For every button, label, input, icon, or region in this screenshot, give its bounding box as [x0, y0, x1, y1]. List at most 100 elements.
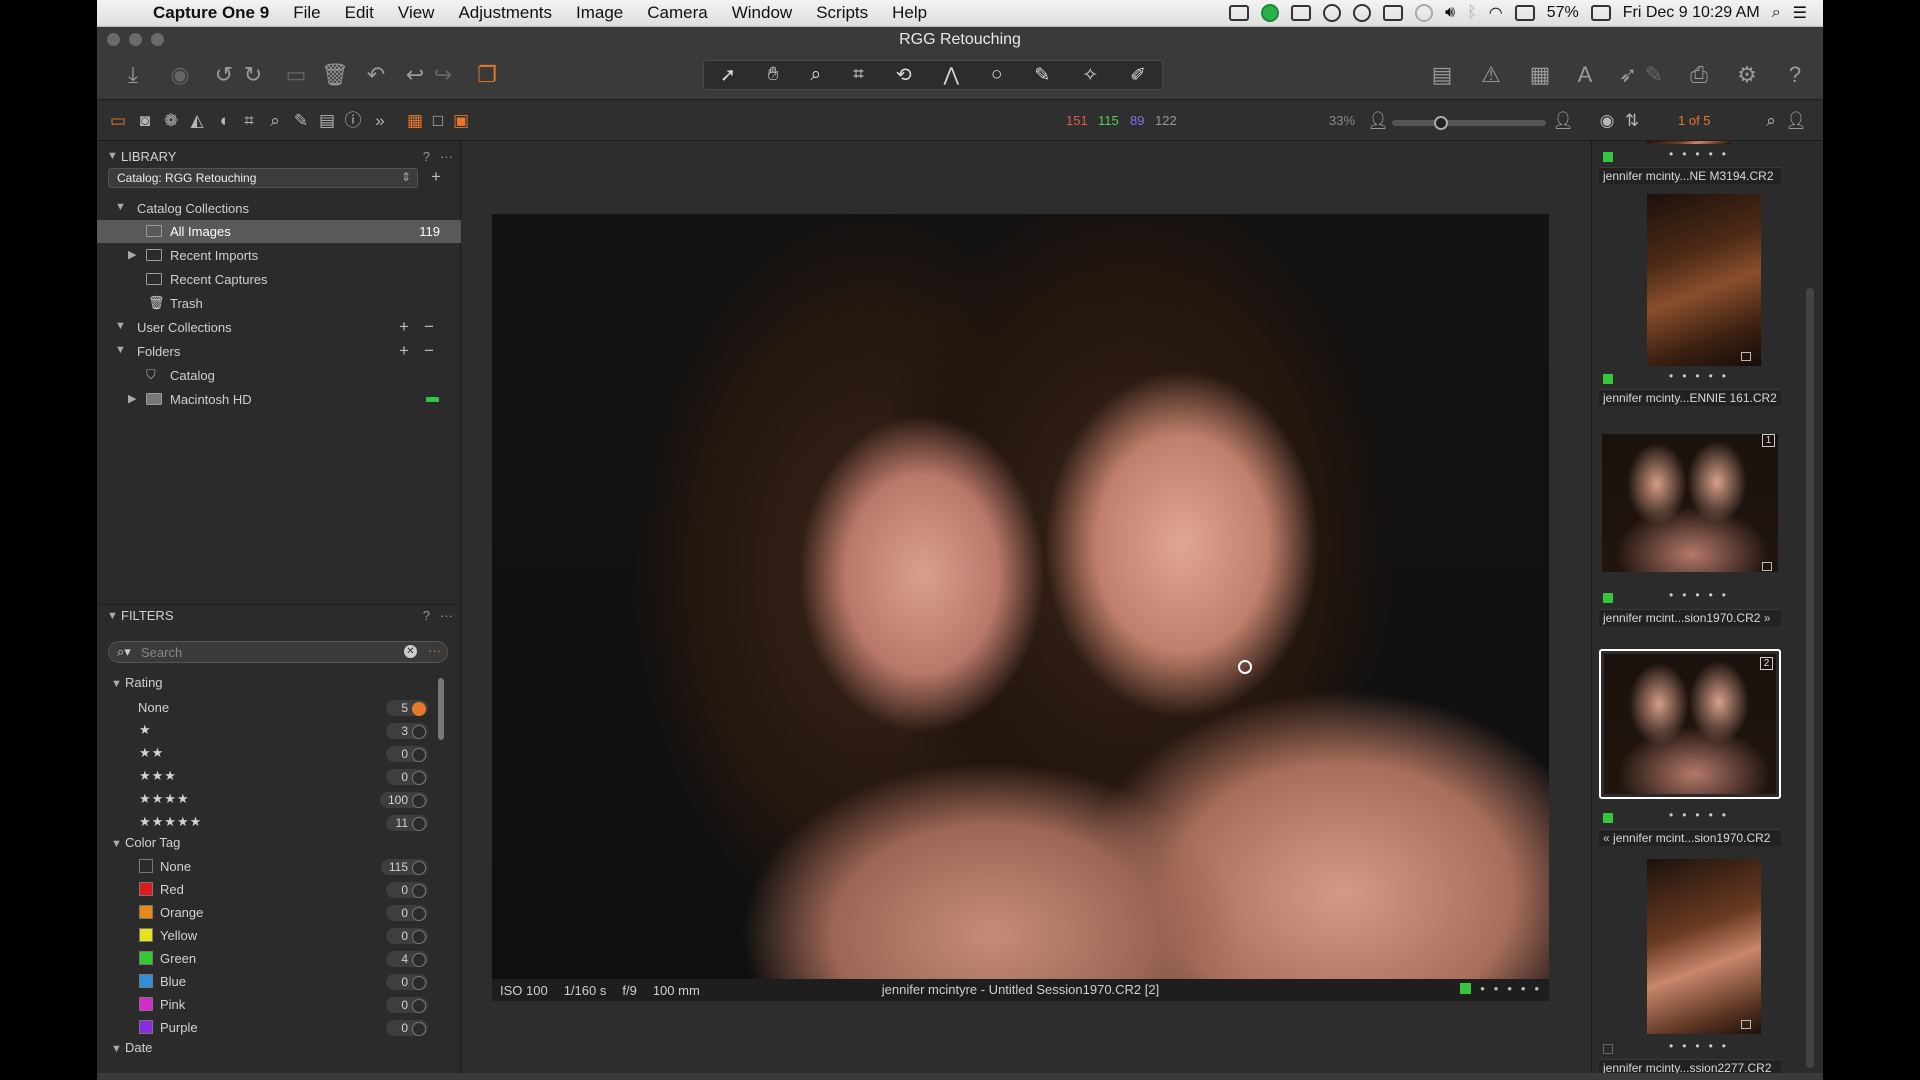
input-menu-icon[interactable]: [1514, 5, 1535, 21]
color-tag-yellow[interactable]: Yellow 0: [97, 924, 447, 946]
rating-5-count[interactable]: 11: [386, 815, 428, 831]
color-tag-blue[interactable]: Blue 0: [97, 970, 447, 992]
screen-status-icon[interactable]: [1291, 5, 1312, 21]
lens-tab-icon[interactable]: ◖: [212, 111, 234, 131]
time-machine-icon[interactable]: [1415, 4, 1434, 22]
reset-icon[interactable]: ↶: [363, 62, 389, 88]
menu-window[interactable]: Window: [720, 3, 804, 23]
export-icon[interactable]: ➶: [1615, 62, 1641, 88]
redo-icon[interactable]: ↪: [430, 62, 456, 88]
more-icon[interactable]: ···: [440, 608, 453, 623]
color-tag-red[interactable]: Red 0: [97, 878, 447, 900]
rating-dots[interactable]: •••••: [1669, 808, 1735, 822]
crop-tab-icon[interactable]: ⌗: [238, 111, 260, 131]
menu-adjustments[interactable]: Adjustments: [446, 3, 564, 23]
help-icon[interactable]: ?: [1782, 62, 1808, 88]
wifi-icon[interactable]: ◠: [1489, 3, 1503, 23]
rating-dot[interactable]: •: [1480, 981, 1485, 996]
grid-view-icon[interactable]: ▦: [404, 111, 426, 131]
rating-dots[interactable]: •••••: [1669, 369, 1735, 383]
remove-collection-icon[interactable]: −: [424, 317, 434, 337]
circle-mask-tool-icon[interactable]: ○: [991, 64, 1002, 86]
rating-2[interactable]: ★★ 0: [97, 742, 447, 764]
user-collections-group[interactable]: ▼ User Collections + −: [97, 316, 461, 339]
import-icon[interactable]: ⤓: [120, 62, 146, 88]
color-tag-pink[interactable]: Pink 0: [97, 993, 447, 1015]
catalog-collections-group[interactable]: ▼ Catalog Collections: [97, 197, 461, 220]
folder-catalog[interactable]: ⛉ Catalog: [97, 364, 461, 387]
zoom-tool-icon[interactable]: ⌕: [811, 64, 822, 86]
details-tab-icon[interactable]: ⌕: [264, 111, 286, 131]
single-view-icon[interactable]: □: [427, 111, 449, 131]
menu-app[interactable]: Capture One 9: [141, 3, 281, 23]
rating-4[interactable]: ★★★★ 100: [97, 788, 447, 810]
green-tag-icon[interactable]: [1460, 983, 1472, 994]
filter-search-input[interactable]: ⌕▾ Search ✕ ···: [108, 641, 448, 663]
view-eye-icon[interactable]: ◉: [1596, 111, 1618, 131]
zoom-out-person-icon[interactable]: 👤︎: [1367, 111, 1389, 131]
rotate-tool-icon[interactable]: ⟲: [896, 64, 912, 87]
green-tag-icon[interactable]: [1603, 593, 1613, 603]
add-collection-icon[interactable]: +: [399, 317, 409, 337]
sort-icon[interactable]: ⇅: [1621, 111, 1643, 131]
rating-dots[interactable]: •••••: [1669, 1039, 1735, 1053]
rating-dot[interactable]: •: [1507, 981, 1512, 996]
volume-icon[interactable]: 🔊︎: [1445, 4, 1455, 22]
date-group[interactable]: ▼ Date: [111, 1040, 152, 1060]
rating-1-count[interactable]: 3: [386, 723, 428, 739]
battery-percent[interactable]: 57%: [1547, 4, 1579, 22]
main-photo[interactable]: [492, 214, 1549, 979]
select-tool-icon[interactable]: ➚: [720, 64, 736, 87]
catalog-select[interactable]: Catalog: RGG Retouching: [108, 168, 418, 188]
collapse-stack-icon[interactable]: «: [1603, 831, 1610, 845]
rating-4-count[interactable]: 100: [379, 792, 428, 808]
rating-dot[interactable]: •: [1521, 981, 1526, 996]
copy-apply-icon[interactable]: ❐: [474, 62, 500, 88]
add-folder-icon[interactable]: +: [399, 341, 409, 361]
rating-dots[interactable]: •••••: [1669, 147, 1735, 161]
filters-scrollbar[interactable]: [438, 678, 444, 740]
viewer-layout-icon[interactable]: ▤: [1429, 62, 1455, 88]
help-icon[interactable]: ?: [423, 149, 430, 164]
notification-center-icon[interactable]: ☰: [1793, 3, 1807, 23]
color-tag-none[interactable]: None 115: [97, 855, 447, 877]
rating-none-count[interactable]: 5: [386, 700, 428, 716]
annotate-tool-icon[interactable]: ✐: [1130, 64, 1146, 87]
menu-camera[interactable]: Camera: [635, 3, 719, 23]
rating-5[interactable]: ★★★★★ 11: [97, 811, 447, 833]
color-tag-orange[interactable]: Orange 0: [97, 901, 447, 923]
move-icon[interactable]: ▭: [283, 62, 309, 88]
collection-recent-imports[interactable]: ▶ Recent Imports: [97, 244, 461, 267]
rating-2-count[interactable]: 0: [386, 746, 428, 762]
proof-view-icon[interactable]: ▣: [450, 111, 472, 131]
green-tag-icon[interactable]: [1603, 374, 1613, 384]
more-tabs-icon[interactable]: »: [369, 111, 391, 131]
menu-help[interactable]: Help: [880, 3, 939, 23]
folders-group[interactable]: ▼ Folders + −: [97, 340, 461, 363]
color-tag-group[interactable]: ▼ Color Tag: [111, 835, 180, 855]
menu-view[interactable]: View: [386, 3, 447, 23]
collection-trash[interactable]: 🗑︎ Trash: [97, 292, 461, 315]
clear-search-icon[interactable]: ✕: [404, 645, 417, 658]
pan-tool-icon[interactable]: ✋︎: [768, 64, 779, 86]
remove-folder-icon[interactable]: −: [424, 341, 434, 361]
folder-macintosh-hd[interactable]: ▶ Macintosh HD: [97, 388, 461, 411]
spotlight-icon[interactable]: ⌕: [1772, 4, 1781, 22]
slider-knob[interactable]: [1434, 116, 1448, 130]
browser-user-icon[interactable]: 👤︎: [1785, 111, 1807, 131]
edit-icon[interactable]: ✎: [1641, 62, 1667, 88]
capture-tab-icon[interactable]: ◙: [134, 111, 156, 131]
color-tag-green[interactable]: Green 4: [97, 947, 447, 969]
headphones-status-icon[interactable]: [1323, 4, 1342, 22]
rating-dot[interactable]: •: [1494, 981, 1499, 996]
camera-status-icon[interactable]: [1229, 5, 1250, 21]
menu-edit[interactable]: Edit: [333, 3, 386, 23]
library-header[interactable]: ▼ LIBRARY ? ···: [97, 145, 461, 167]
undo-icon[interactable]: ↩: [402, 62, 428, 88]
exposure-tab-icon[interactable]: ◭: [186, 111, 208, 131]
no-tag-icon[interactable]: [1603, 1044, 1613, 1054]
local-adjust-tab-icon[interactable]: ✎: [290, 111, 312, 131]
menu-file[interactable]: File: [281, 3, 332, 23]
search-options-icon[interactable]: ···: [428, 643, 441, 658]
menu-scripts[interactable]: Scripts: [804, 3, 880, 23]
